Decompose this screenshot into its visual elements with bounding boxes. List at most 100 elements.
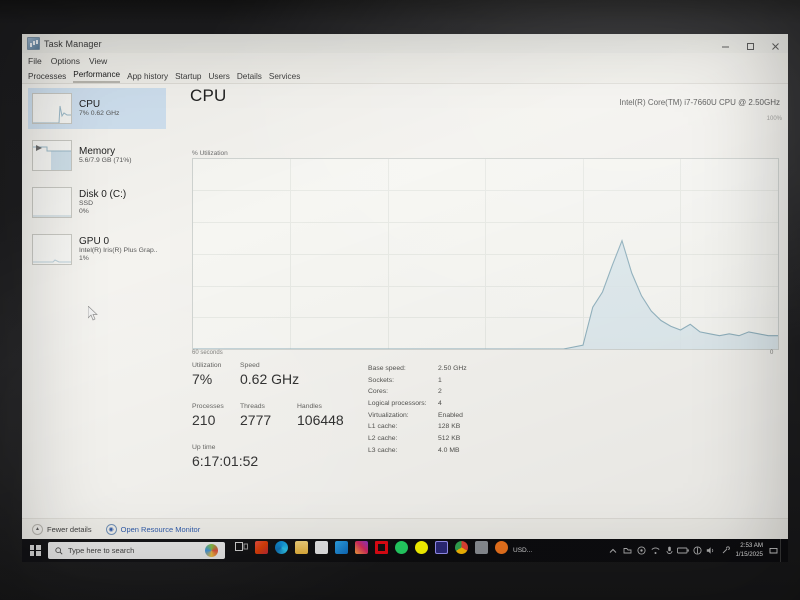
taskbar-icon-grey-app[interactable] xyxy=(471,537,491,562)
tab-users[interactable]: Users xyxy=(208,72,229,83)
taskbar-icon-outlook[interactable] xyxy=(331,537,351,562)
detail-row-l2-cache: L2 cache: 512 KB xyxy=(368,433,498,445)
title-bar: Task Manager xyxy=(22,34,788,53)
tab-services[interactable]: Services xyxy=(269,72,300,83)
sidebar-item-cpu-sub: 7% 0.62 GHz xyxy=(79,110,120,118)
taskbar-clock[interactable]: 2:53 AM 1/15/2025 xyxy=(732,542,767,559)
mouse-cursor xyxy=(88,306,98,321)
threads-value: 2777 xyxy=(240,411,272,428)
sidebar-item-gpu-sub1: Intel(R) Iris(R) Plus Grap.. xyxy=(79,247,158,255)
menu-bar: File Options View xyxy=(22,53,788,68)
security-icon[interactable] xyxy=(690,539,704,562)
search-input[interactable]: Type here to search xyxy=(48,542,225,559)
onedrive-icon[interactable] xyxy=(620,539,634,562)
battery-icon[interactable] xyxy=(676,539,690,562)
show-hidden-icons-chevron[interactable] xyxy=(606,539,620,562)
taskbar-icon-instagram[interactable] xyxy=(351,537,371,562)
processes-label: Processes xyxy=(192,403,224,410)
tab-details[interactable]: Details xyxy=(237,72,262,83)
cpu-model-label: Intel(R) Core(TM) i7-7660U CPU @ 2.50GHz xyxy=(619,98,780,107)
detail-row-virtualization: Virtualization: Enabled xyxy=(368,410,498,422)
screen-area: Task Manager File Options View Processes… xyxy=(22,34,788,562)
sidebar-item-disk-sub2: 0% xyxy=(79,208,89,216)
task-view-button[interactable] xyxy=(231,537,251,562)
resource-monitor-icon: ◉ xyxy=(105,523,117,535)
sidebar-item-cpu[interactable]: CPU 7% 0.62 GHz xyxy=(28,88,166,129)
sidebar-item-disk-label: Disk 0 (C:) xyxy=(79,188,127,200)
tab-performance[interactable]: Performance xyxy=(73,70,121,83)
detail-row-l3-cache: L3 cache: 4.0 MB xyxy=(368,445,498,457)
sidebar-item-gpu[interactable]: GPU 0 Intel(R) Iris(R) Plus Grap.. 1% xyxy=(28,229,166,270)
taskbar-icon-office[interactable] xyxy=(251,537,271,562)
detail-value: 4 xyxy=(438,400,442,408)
cpu-graph-plot xyxy=(193,239,778,349)
y-axis-label: % Utilization xyxy=(192,150,228,157)
taskbar-icon-whatsapp[interactable] xyxy=(391,537,411,562)
gpu-thumbnail xyxy=(32,234,72,265)
taskbar-icon-netflix[interactable] xyxy=(371,537,391,562)
microphone-icon[interactable] xyxy=(662,539,676,562)
processes-value: 210 xyxy=(192,411,216,428)
detail-value: 2 xyxy=(438,388,442,396)
sidebar-item-disk[interactable]: Disk 0 (C:) SSD 0% xyxy=(28,182,166,223)
detail-row-sockets: Sockets: 1 xyxy=(368,375,498,387)
system-tray: 2:53 AM 1/15/2025 xyxy=(606,539,788,562)
detail-key: L1 cache: xyxy=(368,423,398,431)
sidebar-item-disk-sub1: SSD xyxy=(79,200,93,208)
chevron-up-icon: ▲ xyxy=(32,523,43,535)
taskbar: Type here to search USD... 2:53 AM 1/15/… xyxy=(22,539,788,562)
cortana-icon[interactable] xyxy=(205,544,218,557)
volume-icon[interactable] xyxy=(704,539,718,562)
taskbar-icon-snapchat[interactable] xyxy=(411,537,431,562)
fewer-details-button[interactable]: ▲ Fewer details xyxy=(32,523,92,535)
tab-startup[interactable]: Startup xyxy=(175,72,201,83)
detail-value: 2.50 GHz xyxy=(438,365,467,372)
utilization-value: 7% xyxy=(192,370,213,387)
menu-item-options[interactable]: Options xyxy=(51,56,80,66)
detail-key: Logical processors: xyxy=(368,400,427,408)
network-icon[interactable] xyxy=(648,539,662,562)
tab-app-history[interactable]: App history xyxy=(127,72,168,83)
sidebar-item-gpu-label: GPU 0 xyxy=(79,235,110,247)
taskbar-icon-orange-app[interactable] xyxy=(491,537,511,562)
detail-row-l1-cache: L1 cache: 128 KB xyxy=(368,421,498,433)
task-manager-window: Task Manager File Options View Processes… xyxy=(22,34,788,539)
detail-key: Virtualization: xyxy=(368,411,409,419)
detail-key: Cores: xyxy=(368,388,389,396)
detail-value: 512 KB xyxy=(438,435,461,443)
show-desktop-button[interactable] xyxy=(780,539,786,562)
taskbar-icon-edge[interactable] xyxy=(271,537,291,562)
menu-item-file[interactable]: File xyxy=(28,56,42,66)
notification-icon[interactable] xyxy=(767,539,780,562)
speed-label: Speed xyxy=(240,362,260,369)
taskbar-icon-chrome[interactable] xyxy=(451,537,471,562)
taskbar-icon-microsoft-store[interactable] xyxy=(311,537,331,562)
detail-row-logical-processors: Logical processors: 4 xyxy=(368,398,498,410)
task-manager-icon xyxy=(27,37,40,50)
speed-value: 0.62 GHz xyxy=(240,370,300,387)
tab-processes[interactable]: Processes xyxy=(28,72,66,83)
performance-detail-panel: CPU Intel(R) Core(TM) i7-7660U CPU @ 2.5… xyxy=(170,84,788,539)
task-view-icon xyxy=(234,542,248,551)
cpu-thumbnail xyxy=(32,93,72,124)
antivirus-icon[interactable] xyxy=(634,539,648,562)
settings-icon[interactable] xyxy=(718,539,732,562)
tray-text[interactable]: USD... xyxy=(513,547,532,554)
detail-key: L3 cache: xyxy=(368,446,398,454)
detail-key: Base speed: xyxy=(368,365,406,372)
detail-row-base-speed: Base speed: 2.50 GHz xyxy=(368,363,498,375)
search-icon xyxy=(55,546,63,554)
menu-item-view[interactable]: View xyxy=(89,56,107,66)
cpu-utilization-graph xyxy=(192,158,779,350)
sidebar-item-gpu-sub2: 1% xyxy=(79,255,89,263)
taskbar-icon-premiere-pro[interactable] xyxy=(431,537,451,562)
x-axis-left-label: 60 seconds xyxy=(192,350,223,356)
open-resource-monitor-link[interactable]: ◉ Open Resource Monitor xyxy=(105,523,200,535)
window-title: Task Manager xyxy=(44,38,102,49)
x-axis-right-label: 0 xyxy=(770,350,774,356)
taskbar-app-icons xyxy=(231,537,511,562)
start-button[interactable] xyxy=(22,539,48,562)
sidebar-item-memory[interactable]: Memory 5.6/7.9 GB (71%) xyxy=(28,135,166,176)
taskbar-icon-file-explorer[interactable] xyxy=(291,537,311,562)
utilization-label: Utilization xyxy=(192,362,222,369)
